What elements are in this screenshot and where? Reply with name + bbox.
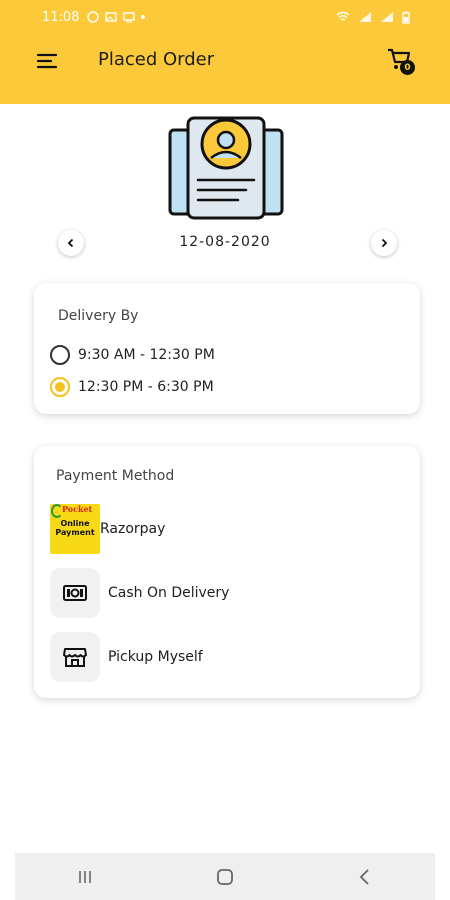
payment-method-cod[interactable]: Cash On Delivery bbox=[50, 568, 229, 618]
date-picker: 12-08-2020 bbox=[0, 228, 450, 258]
home-button[interactable] bbox=[205, 857, 245, 897]
battery-icon bbox=[402, 11, 410, 24]
recent-apps-icon bbox=[79, 870, 91, 883]
hamburger-icon bbox=[36, 53, 58, 69]
signal-2-icon bbox=[381, 12, 393, 22]
delivery-option-morning[interactable]: 9:30 AM - 12:30 PM bbox=[50, 345, 215, 365]
radio-button[interactable] bbox=[50, 345, 70, 365]
cart-button[interactable]: 0 bbox=[386, 46, 416, 76]
whatsapp-icon bbox=[87, 11, 100, 23]
payment-card: Payment Method Pocket Online Payment Raz… bbox=[34, 446, 420, 698]
store-icon-tile bbox=[50, 632, 100, 682]
next-date-button[interactable] bbox=[371, 230, 397, 256]
system-nav-bar bbox=[15, 853, 435, 900]
recent-apps-button[interactable] bbox=[65, 857, 105, 897]
payment-method-label: Razorpay bbox=[100, 521, 166, 537]
cash-icon-tile bbox=[50, 568, 100, 618]
chevron-right-icon bbox=[381, 238, 388, 248]
radio-button-selected[interactable] bbox=[50, 377, 70, 397]
gallery-icon bbox=[105, 12, 118, 22]
delivery-card: Delivery By 9:30 AM - 12:30 PM 12:30 PM … bbox=[34, 283, 420, 414]
cart-badge: 0 bbox=[400, 60, 415, 75]
order-illustration bbox=[166, 112, 286, 224]
back-button[interactable] bbox=[345, 857, 385, 897]
delivery-title: Delivery By bbox=[58, 308, 139, 324]
payment-method-label: Cash On Delivery bbox=[108, 585, 230, 601]
store-icon bbox=[63, 648, 87, 667]
home-icon bbox=[217, 868, 233, 885]
toolbar: Placed Order 0 bbox=[0, 38, 450, 84]
payment-method-label: Pickup Myself bbox=[108, 649, 203, 665]
menu-button[interactable] bbox=[36, 50, 58, 72]
wifi-icon bbox=[336, 11, 350, 21]
razorpay-logo: Pocket Online Payment bbox=[50, 504, 100, 554]
delivery-option-label: 9:30 AM - 12:30 PM bbox=[78, 347, 215, 363]
payment-method-pickup[interactable]: Pickup Myself bbox=[50, 632, 203, 682]
status-bar: 11:08 bbox=[0, 0, 450, 34]
page-title: Placed Order bbox=[98, 49, 215, 70]
profile-document-icon bbox=[168, 116, 284, 220]
status-time: 11:08 bbox=[42, 9, 80, 25]
app-bar: 11:08 Placed Order 0 bbox=[0, 0, 450, 104]
notification-dot bbox=[141, 15, 146, 19]
payment-title: Payment Method bbox=[56, 468, 175, 484]
payment-method-razorpay[interactable]: Pocket Online Payment Razorpay bbox=[50, 504, 165, 554]
back-icon bbox=[359, 868, 369, 885]
delivery-option-label: 12:30 PM - 6:30 PM bbox=[78, 379, 214, 395]
delivery-option-afternoon[interactable]: 12:30 PM - 6:30 PM bbox=[50, 377, 214, 397]
cash-icon bbox=[63, 585, 87, 601]
screen-icon bbox=[123, 12, 136, 23]
signal-icon bbox=[359, 12, 371, 22]
